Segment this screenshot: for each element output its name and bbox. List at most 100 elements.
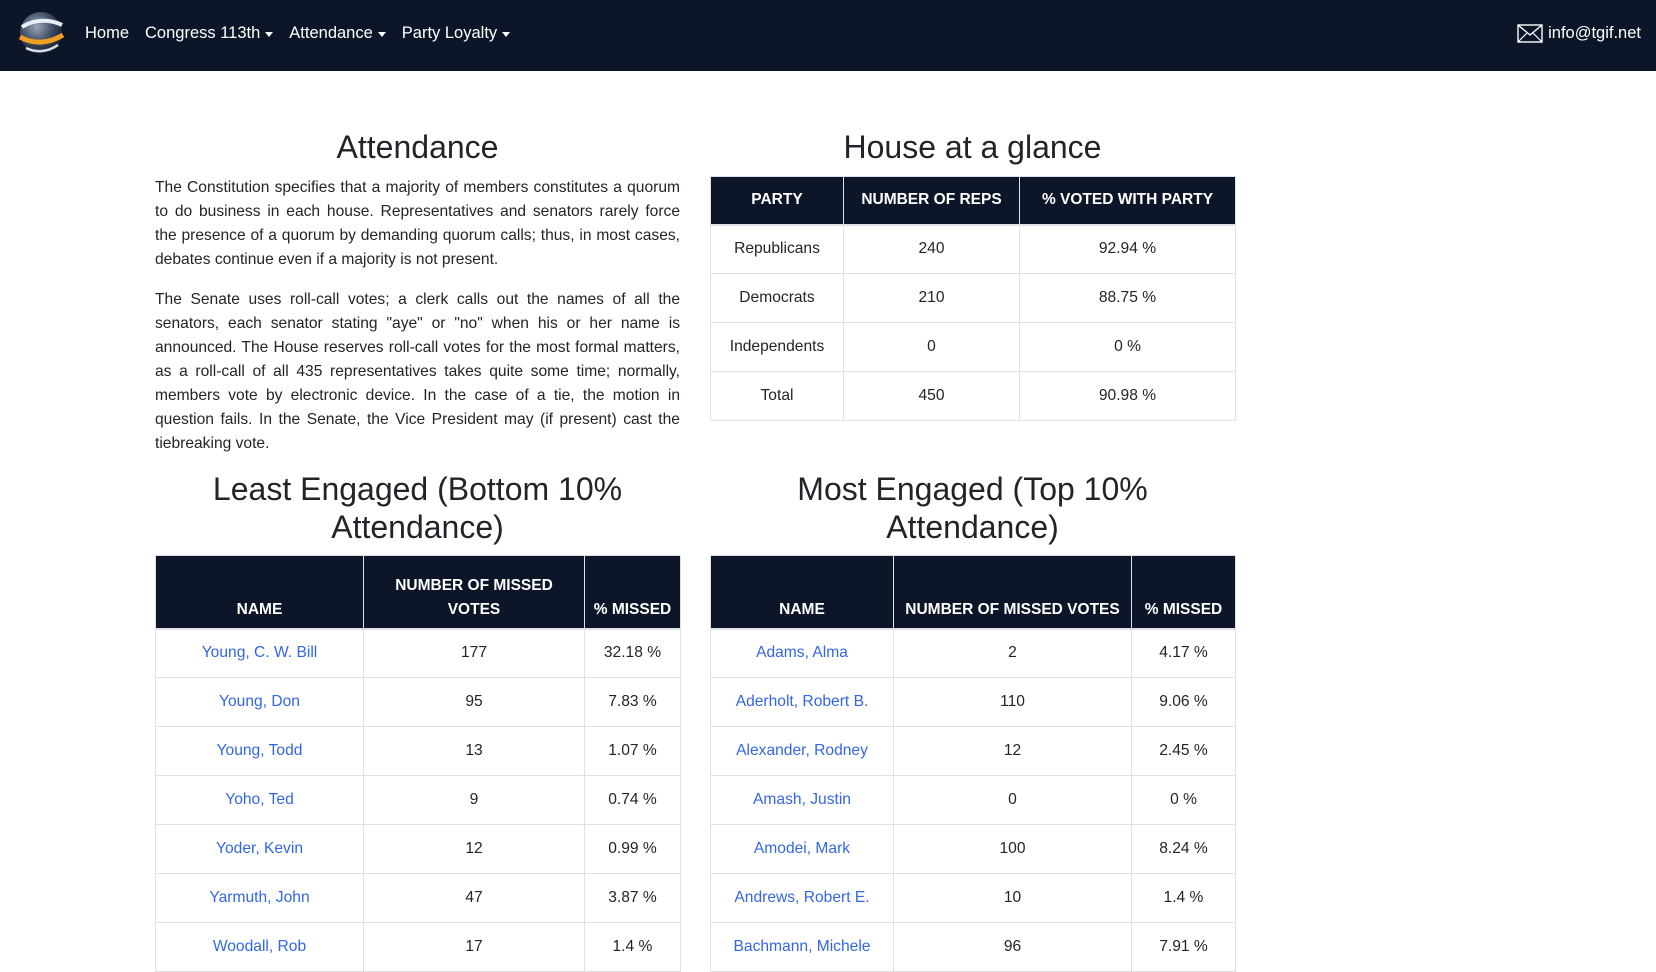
member-link[interactable]: Young, Don xyxy=(219,693,300,710)
party-name: Democrats xyxy=(710,273,844,323)
table-row: Yarmuth, John 47 3.87 % xyxy=(155,873,681,923)
column-header-name[interactable]: Name xyxy=(155,555,364,630)
nav-congress-dropdown[interactable]: Congress 113th xyxy=(145,24,274,43)
table-row: Republicans 240 92.94 % xyxy=(710,224,1236,274)
member-link[interactable]: Young, Todd xyxy=(217,742,303,759)
column-header-voted-with-party[interactable]: % Voted with Party xyxy=(1019,176,1236,226)
nav-attendance-dropdown[interactable]: Attendance xyxy=(289,24,386,43)
column-header-missed-votes[interactable]: Number of Missed Votes xyxy=(893,555,1132,630)
member-cell: Amash, Justin xyxy=(710,775,894,825)
missed-votes: 47 xyxy=(363,873,585,923)
member-cell: Yoho, Ted xyxy=(155,775,364,825)
table-row: Young, Todd 13 1.07 % xyxy=(155,726,681,776)
voted-with-party-pct: 0 % xyxy=(1019,322,1236,372)
pct-missed: 8.24 % xyxy=(1131,824,1236,874)
pct-missed: 1.4 % xyxy=(584,922,681,972)
table-row: Yoho, Ted 9 0.74 % xyxy=(155,775,681,825)
voted-with-party-pct: 88.75 % xyxy=(1019,273,1236,323)
member-cell: Andrews, Robert E. xyxy=(710,873,894,923)
table-row: Aderholt, Robert B. 110 9.06 % xyxy=(710,677,1236,727)
table-row: Democrats 210 88.75 % xyxy=(710,273,1236,323)
column-header-pct-missed[interactable]: % Missed xyxy=(1131,555,1236,630)
rep-count: 450 xyxy=(843,371,1020,421)
least-engaged-title-line1: Least Engaged (Bottom 10% xyxy=(212,471,623,507)
member-link[interactable]: Alexander, Rodney xyxy=(736,742,868,759)
table-row: Amodei, Mark 100 8.24 % xyxy=(710,824,1236,874)
missed-votes: 110 xyxy=(893,677,1132,727)
column-header-party[interactable]: Party xyxy=(710,176,844,226)
missed-votes: 100 xyxy=(893,824,1132,874)
member-cell: Adams, Alma xyxy=(710,628,894,678)
member-link[interactable]: Amash, Justin xyxy=(753,791,851,808)
nav-home[interactable]: Home xyxy=(85,24,129,43)
missed-votes: 12 xyxy=(893,726,1132,776)
member-cell: Bachmann, Michele xyxy=(710,922,894,972)
member-cell: Yarmuth, John xyxy=(155,873,364,923)
missed-votes: 17 xyxy=(363,922,585,972)
contact-email-text: info@tgif.net xyxy=(1548,24,1641,42)
member-link[interactable]: Woodall, Rob xyxy=(213,938,306,955)
navbar: Home Congress 113th Attendance Party Loy… xyxy=(0,0,1656,71)
member-link[interactable]: Bachmann, Michele xyxy=(734,938,871,955)
member-cell: Amodei, Mark xyxy=(710,824,894,874)
member-link[interactable]: Andrews, Robert E. xyxy=(734,889,869,906)
member-link[interactable]: Aderholt, Robert B. xyxy=(736,693,869,710)
rep-count: 210 xyxy=(843,273,1020,323)
pct-missed: 0 % xyxy=(1131,775,1236,825)
party-name: Total xyxy=(710,371,844,421)
table-row: Andrews, Robert E. 10 1.4 % xyxy=(710,873,1236,923)
missed-votes: 2 xyxy=(893,628,1132,678)
envelope-icon xyxy=(1517,24,1543,43)
table-row: Total 450 90.98 % xyxy=(710,371,1236,421)
house-glance-section: House at a glance Party Number of Reps %… xyxy=(710,128,1236,421)
party-name: Independents xyxy=(710,322,844,372)
member-cell: Young, C. W. Bill xyxy=(155,628,364,678)
member-link[interactable]: Adams, Alma xyxy=(756,644,848,661)
member-link[interactable]: Amodei, Mark xyxy=(754,840,850,857)
voted-with-party-pct: 92.94 % xyxy=(1019,224,1236,274)
nav-party-loyalty-dropdown[interactable]: Party Loyalty xyxy=(401,24,511,43)
table-header-row: Name Number of Missed Votes % Missed xyxy=(710,555,1236,630)
pct-missed: 1.07 % xyxy=(584,726,681,776)
table-row: Independents 0 0 % xyxy=(710,322,1236,372)
caret-down-icon xyxy=(377,31,386,37)
member-cell: Yoder, Kevin xyxy=(155,824,364,874)
member-link[interactable]: Young, C. W. Bill xyxy=(202,644,318,661)
member-link[interactable]: Yarmuth, John xyxy=(209,889,309,906)
member-link[interactable]: Yoder, Kevin xyxy=(216,840,303,857)
member-cell: Aderholt, Robert B. xyxy=(710,677,894,727)
missed-votes: 10 xyxy=(893,873,1132,923)
column-header-number-of-reps[interactable]: Number of Reps xyxy=(843,176,1020,226)
house-glance-table: Party Number of Reps % Voted with Party … xyxy=(710,176,1236,421)
pct-missed: 1.4 % xyxy=(1131,873,1236,923)
most-engaged-table: Name Number of Missed Votes % Missed Ada… xyxy=(710,555,1236,972)
column-header-name[interactable]: Name xyxy=(710,555,894,630)
member-cell: Young, Don xyxy=(155,677,364,727)
globe-logo-icon[interactable] xyxy=(16,7,66,59)
table-row: Woodall, Rob 17 1.4 % xyxy=(155,922,681,972)
rep-count: 240 xyxy=(843,224,1020,274)
contact-email-link[interactable]: info@tgif.net xyxy=(1517,0,1641,67)
column-header-missed-votes[interactable]: Number of Missed Votes xyxy=(363,555,585,630)
member-link[interactable]: Yoho, Ted xyxy=(225,791,294,808)
table-row: Adams, Alma 2 4.17 % xyxy=(710,628,1236,678)
least-engaged-title-line2: Attendance) xyxy=(331,509,504,545)
pct-missed: 0.74 % xyxy=(584,775,681,825)
caret-down-icon xyxy=(265,31,274,37)
voted-with-party-pct: 90.98 % xyxy=(1019,371,1236,421)
table-row: Amash, Justin 0 0 % xyxy=(710,775,1236,825)
attendance-paragraph-1: The Constitution specifies that a majori… xyxy=(155,179,680,268)
nav-party-loyalty-label: Party Loyalty xyxy=(401,24,498,42)
nav-home-label: Home xyxy=(85,24,130,42)
least-engaged-section: Least Engaged (Bottom 10% Attendance) Na… xyxy=(155,470,681,972)
missed-votes: 95 xyxy=(363,677,585,727)
attendance-section: Attendance The Constitution specifies th… xyxy=(155,128,680,456)
missed-votes: 177 xyxy=(363,628,585,678)
column-header-pct-missed[interactable]: % Missed xyxy=(584,555,681,630)
member-cell: Woodall, Rob xyxy=(155,922,364,972)
house-glance-title: House at a glance xyxy=(843,129,1102,165)
most-engaged-section: Most Engaged (Top 10% Attendance) Name N… xyxy=(710,470,1236,972)
nav-congress-label: Congress 113th xyxy=(145,24,261,42)
pct-missed: 7.91 % xyxy=(1131,922,1236,972)
table-row: Bachmann, Michele 96 7.91 % xyxy=(710,922,1236,972)
